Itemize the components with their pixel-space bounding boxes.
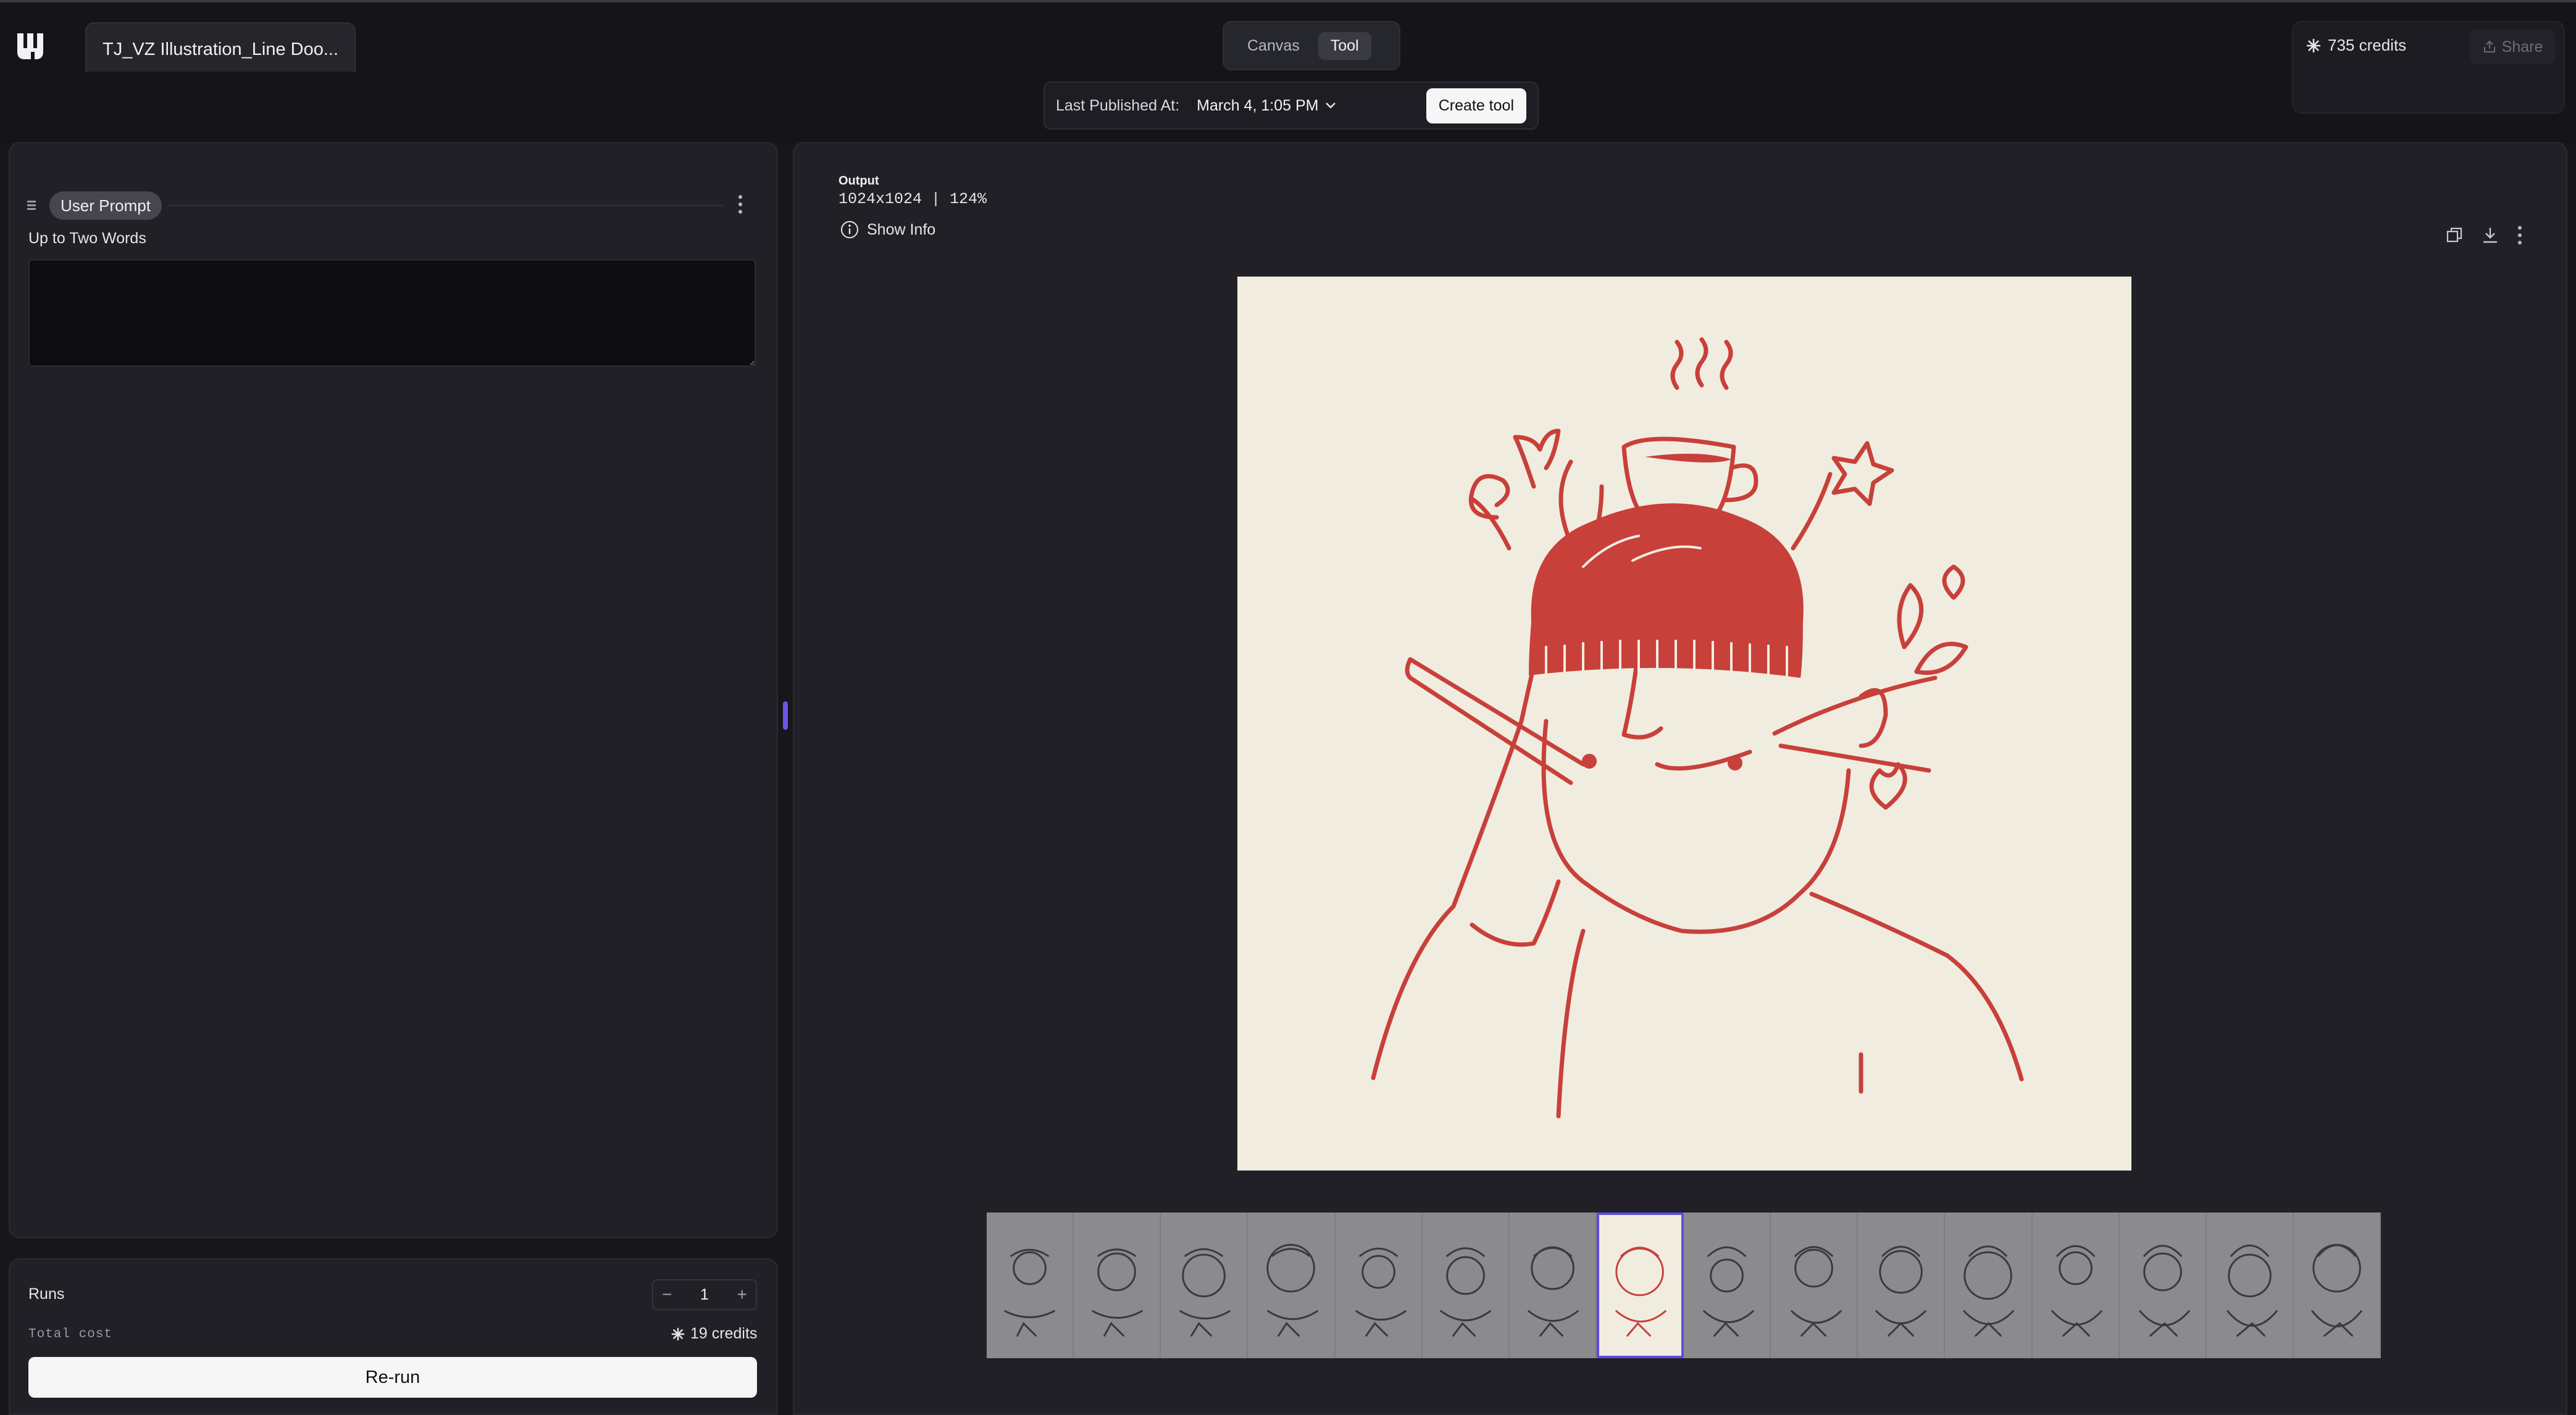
drag-handle-icon[interactable] [27,199,36,216]
published-date-select[interactable]: March 4, 1:05 PM [1197,97,1337,115]
view-toggle: Canvas Tool [1223,21,1400,70]
output-actions [2445,226,2523,244]
thumbnail[interactable] [1248,1213,1336,1358]
divider [168,205,724,206]
total-cost-text: 19 credits [690,1325,758,1342]
field-label: Up to Two Words [28,230,146,247]
runs-label: Runs [28,1285,65,1303]
thumbnail[interactable] [1684,1213,1771,1358]
output-title: Output [838,174,879,188]
kebab-menu-icon[interactable] [2517,226,2523,244]
published-date: March 4, 1:05 PM [1197,96,1319,114]
thumbnail[interactable] [1422,1213,1510,1358]
asterisk-credit-icon [2307,38,2320,52]
decrement-button[interactable]: − [662,1285,672,1304]
output-image[interactable] [1237,277,2131,1171]
thumbnail[interactable] [987,1213,1074,1358]
tab-tool[interactable]: Tool [1318,31,1371,60]
thumbnail[interactable] [1335,1213,1423,1358]
thumbnail[interactable] [1596,1213,1684,1358]
share-label: Share [2501,38,2543,56]
download-icon[interactable] [2481,226,2499,244]
thumbnail[interactable] [1858,1213,1946,1358]
chevron-down-icon [1326,102,1336,109]
node-chip: User Prompt [49,191,162,220]
runs-value[interactable]: 1 [700,1286,709,1304]
published-label: Last Published At: [1056,96,1180,114]
prompt-input[interactable] [28,259,756,367]
increment-button[interactable]: + [737,1285,747,1304]
thumbnail[interactable] [2032,1213,2120,1358]
total-cost-label: Total cost [28,1327,113,1342]
document-tab[interactable]: TJ_VZ Illustration_Line Doo... [85,22,356,72]
output-dimensions: 1024x1024 | 124% [838,190,987,208]
create-tool-button[interactable]: Create tool [1426,88,1526,123]
thumbnail[interactable] [1771,1213,1859,1358]
thumbnail[interactable] [1509,1213,1597,1358]
publish-bar: Last Published At: March 4, 1:05 PM Crea… [1043,81,1539,130]
app-logo-icon[interactable] [9,25,57,68]
thumbnail[interactable] [1161,1213,1248,1358]
kebab-menu-icon[interactable] [737,195,743,214]
thumbnail[interactable] [2119,1213,2207,1358]
credits-label: 735 credits [2328,36,2407,54]
runs-stepper[interactable]: − 1 + [652,1279,757,1310]
thumbnail[interactable] [2293,1213,2381,1358]
total-cost-value: 19 credits [671,1325,757,1343]
asterisk-credit-icon [671,1327,685,1340]
show-info-button[interactable]: Show Info [840,220,935,240]
thumbnail[interactable] [1074,1213,1161,1358]
rerun-button[interactable]: Re-run [28,1357,757,1398]
share-button[interactable]: Share [2470,30,2555,64]
panel-resize-handle[interactable] [783,701,788,730]
info-icon [841,221,858,238]
thumbnail-strip [987,1213,2381,1358]
tab-canvas[interactable]: Canvas [1235,32,1312,60]
thumbnail[interactable] [2206,1213,2294,1358]
thumbnail[interactable] [1945,1213,2033,1358]
copy-icon[interactable] [2445,226,2464,244]
show-info-label: Show Info [867,220,936,238]
credits-display[interactable]: 735 credits [2306,36,2406,55]
share-icon [2483,40,2495,52]
